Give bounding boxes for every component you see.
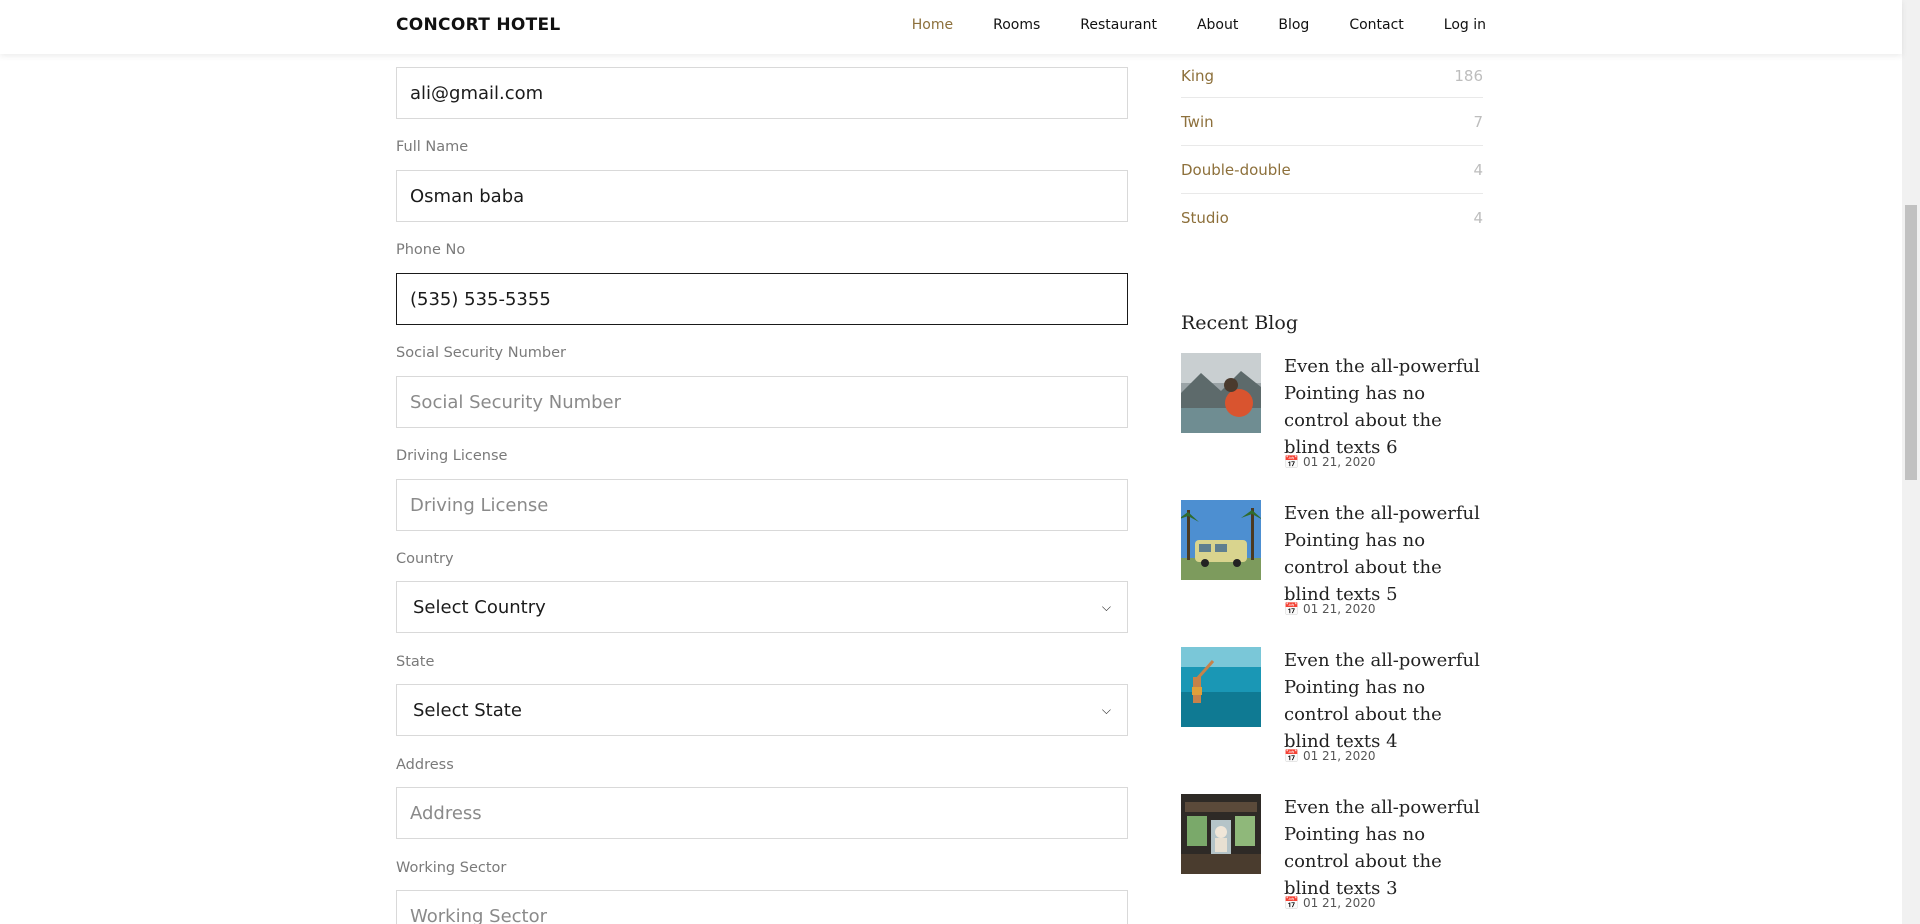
- sector-label: Working Sector: [396, 860, 507, 876]
- state-label: State: [396, 654, 435, 670]
- recent-blog-heading: Recent Blog: [1181, 312, 1298, 334]
- ssn-label: Social Security Number: [396, 345, 566, 361]
- nav-contact[interactable]: Contact: [1349, 17, 1403, 33]
- category-item[interactable]: Studio 4: [1181, 194, 1483, 242]
- email-field[interactable]: [396, 67, 1128, 119]
- license-field[interactable]: [396, 479, 1128, 531]
- address-field[interactable]: [396, 787, 1128, 839]
- category-count: 186: [1454, 66, 1483, 85]
- full-name-label: Full Name: [396, 139, 469, 155]
- phone-field[interactable]: [396, 273, 1128, 325]
- scrollbar-thumb[interactable]: [1905, 205, 1917, 480]
- country-selected-value: Select Country: [413, 596, 546, 618]
- navbar: CONCORT HOTEL Home Rooms Restaurant Abou…: [0, 0, 1902, 54]
- nav-about[interactable]: About: [1197, 17, 1238, 33]
- blog-post-date: 📅 01 21, 2020: [1284, 749, 1376, 763]
- blog-post-date: 📅 01 21, 2020: [1284, 602, 1376, 616]
- blog-post[interactable]: Even the all-powerful Pointing has no co…: [1181, 647, 1483, 777]
- state-select[interactable]: Select State ⌵: [396, 684, 1128, 736]
- category-name: King: [1181, 66, 1215, 85]
- blog-post[interactable]: Even the all-powerful Pointing has no co…: [1181, 353, 1483, 483]
- blog-thumbnail[interactable]: [1181, 353, 1261, 433]
- category-item[interactable]: Twin 7: [1181, 98, 1483, 146]
- category-name: Twin: [1181, 112, 1214, 131]
- nav-login[interactable]: Log in: [1444, 17, 1486, 33]
- category-name: Studio: [1181, 209, 1229, 227]
- nav-links: Home Rooms Restaurant About Blog Contact…: [872, 17, 1486, 33]
- ssn-field[interactable]: [396, 376, 1128, 428]
- nav-blog[interactable]: Blog: [1278, 17, 1309, 33]
- blog-post-date: 📅 01 21, 2020: [1284, 896, 1376, 910]
- calendar-icon: 📅: [1284, 602, 1299, 616]
- blog-post-title[interactable]: Even the all-powerful Pointing has no co…: [1284, 353, 1484, 461]
- chevron-down-icon: ⌵: [1101, 702, 1111, 717]
- calendar-icon: 📅: [1284, 896, 1299, 910]
- category-item[interactable]: King 186: [1181, 54, 1483, 98]
- blog-post-title[interactable]: Even the all-powerful Pointing has no co…: [1284, 794, 1484, 902]
- country-select[interactable]: Select Country ⌵: [396, 581, 1128, 633]
- license-label: Driving License: [396, 448, 508, 464]
- blog-post-date: 📅 01 21, 2020: [1284, 455, 1376, 469]
- category-count: 4: [1473, 209, 1483, 227]
- category-count: 7: [1473, 112, 1483, 131]
- calendar-icon: 📅: [1284, 455, 1299, 469]
- nav-home[interactable]: Home: [912, 17, 953, 33]
- calendar-icon: 📅: [1284, 749, 1299, 763]
- blog-thumbnail[interactable]: [1181, 794, 1261, 874]
- phone-label: Phone No: [396, 242, 466, 258]
- category-count: 4: [1473, 160, 1483, 179]
- address-label: Address: [396, 757, 454, 773]
- sector-field[interactable]: [396, 890, 1128, 924]
- country-label: Country: [396, 551, 454, 567]
- blog-post[interactable]: Even the all-powerful Pointing has no co…: [1181, 794, 1483, 924]
- full-name-field[interactable]: [396, 170, 1128, 222]
- nav-restaurant[interactable]: Restaurant: [1080, 17, 1157, 33]
- nav-rooms[interactable]: Rooms: [993, 17, 1040, 33]
- category-item[interactable]: Double-double 4: [1181, 146, 1483, 194]
- blog-post-title[interactable]: Even the all-powerful Pointing has no co…: [1284, 500, 1484, 608]
- blog-post-title[interactable]: Even the all-powerful Pointing has no co…: [1284, 647, 1484, 755]
- blog-thumbnail[interactable]: [1181, 500, 1261, 580]
- chevron-down-icon: ⌵: [1101, 599, 1111, 614]
- brand-logo[interactable]: CONCORT HOTEL: [396, 15, 561, 35]
- blog-post[interactable]: Even the all-powerful Pointing has no co…: [1181, 500, 1483, 630]
- page-scrollbar[interactable]: [1902, 0, 1920, 924]
- state-selected-value: Select State: [413, 699, 522, 721]
- blog-thumbnail[interactable]: [1181, 647, 1261, 727]
- category-name: Double-double: [1181, 160, 1291, 179]
